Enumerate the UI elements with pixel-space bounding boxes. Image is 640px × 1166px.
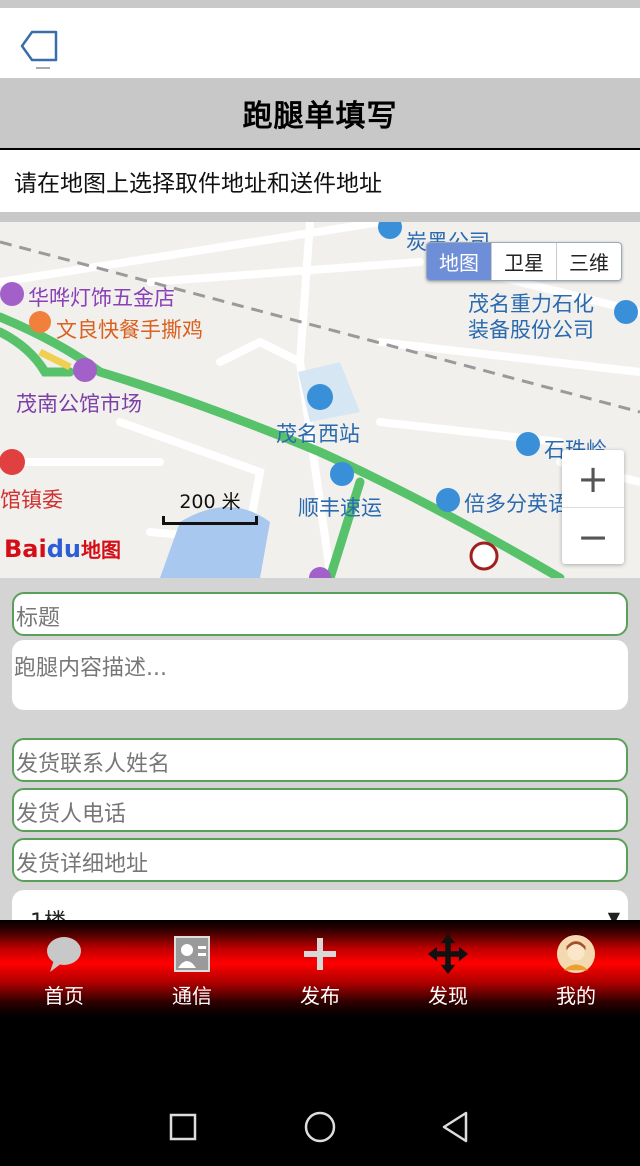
title-bar: 跑腿单填写 (0, 78, 640, 148)
nav-home-button (304, 1111, 336, 1143)
tab-label-home: 首页 (44, 984, 84, 1008)
map-label-restaurant: 文良快餐手撕鸡 (56, 318, 203, 342)
tab-publish[interactable]: 发布 (256, 920, 384, 1016)
system-nav-bar (0, 1016, 640, 1162)
map-label-town-committee: 馆镇委 (0, 488, 63, 512)
nav-recents-button (169, 1113, 197, 1141)
map-view[interactable]: 华哗灯饰五金店 文良快餐手撕鸡 茂南公馆市场 茂名西站 馆镇委 顺丰速运 倍多分… (0, 222, 640, 578)
sender-name-input[interactable]: 发货联系人姓名 (12, 738, 628, 782)
logo-text-a: Bai (4, 535, 47, 563)
chat-bubble-icon (44, 934, 84, 974)
map-scale: 200 米 (162, 487, 258, 525)
sender-address-input[interactable]: 发货详细地址 (12, 838, 628, 882)
contacts-icon (172, 934, 212, 974)
scale-label: 200 米 (179, 491, 241, 513)
baidu-logo: Baidu地图 (4, 534, 121, 563)
map-label-sf-express: 顺丰速运 (298, 496, 382, 520)
zoom-out-button[interactable]: − (562, 507, 624, 565)
app-bar (0, 8, 640, 78)
tab-contacts[interactable]: 通信 (128, 920, 256, 1016)
nav-back-button (442, 1111, 468, 1143)
map-label-market: 茂南公馆市场 (16, 392, 142, 416)
tab-label-me: 我的 (556, 984, 596, 1008)
bottom-tab-bar: 首页 通信 发布 发现 我的 (0, 920, 640, 1016)
map-label-english: 倍多分英语 (464, 492, 569, 516)
logo-text-b: du (46, 535, 81, 563)
tab-label-discover: 发现 (428, 984, 468, 1008)
avatar-icon (556, 934, 596, 974)
scale-bar (162, 516, 258, 525)
map-type-map[interactable]: 地图 (427, 243, 491, 280)
map-type-satellite[interactable]: 卫星 (491, 243, 556, 280)
map-type-3d[interactable]: 三维 (556, 243, 621, 280)
map-label-station: 茂名西站 (276, 422, 360, 446)
back-button[interactable] (14, 22, 62, 70)
map-label-heavy-industry-2: 装备股份公司 (468, 318, 594, 342)
divider (0, 212, 640, 222)
logo-text-c: 地图 (80, 538, 121, 562)
page-title: 跑腿单填写 (242, 99, 398, 134)
order-form: 标题 跑腿内容描述... 发货联系人姓名 发货人电话 发货详细地址 1楼 ▼ (0, 578, 640, 935)
tab-home[interactable]: 首页 (0, 920, 128, 1016)
tab-discover[interactable]: 发现 (384, 920, 512, 1016)
map-label-shop: 华哗灯饰五金店 (28, 286, 175, 310)
plus-icon (300, 934, 340, 974)
tab-me[interactable]: 我的 (512, 920, 640, 1016)
tab-label-contacts: 通信 (172, 984, 212, 1008)
map-instruction: 请在地图上选择取件地址和送件地址 (0, 150, 640, 212)
description-textarea[interactable]: 跑腿内容描述... (12, 640, 628, 710)
tab-label-publish: 发布 (300, 984, 340, 1008)
map-type-switch: 地图 卫星 三维 (426, 242, 622, 281)
zoom-control: + − (562, 450, 624, 564)
move-arrows-icon (428, 934, 468, 974)
sender-phone-input[interactable]: 发货人电话 (12, 788, 628, 832)
zoom-in-button[interactable]: + (562, 450, 624, 507)
status-strip (0, 0, 640, 8)
title-input[interactable]: 标题 (12, 592, 628, 636)
back-arrow-icon (20, 30, 58, 69)
